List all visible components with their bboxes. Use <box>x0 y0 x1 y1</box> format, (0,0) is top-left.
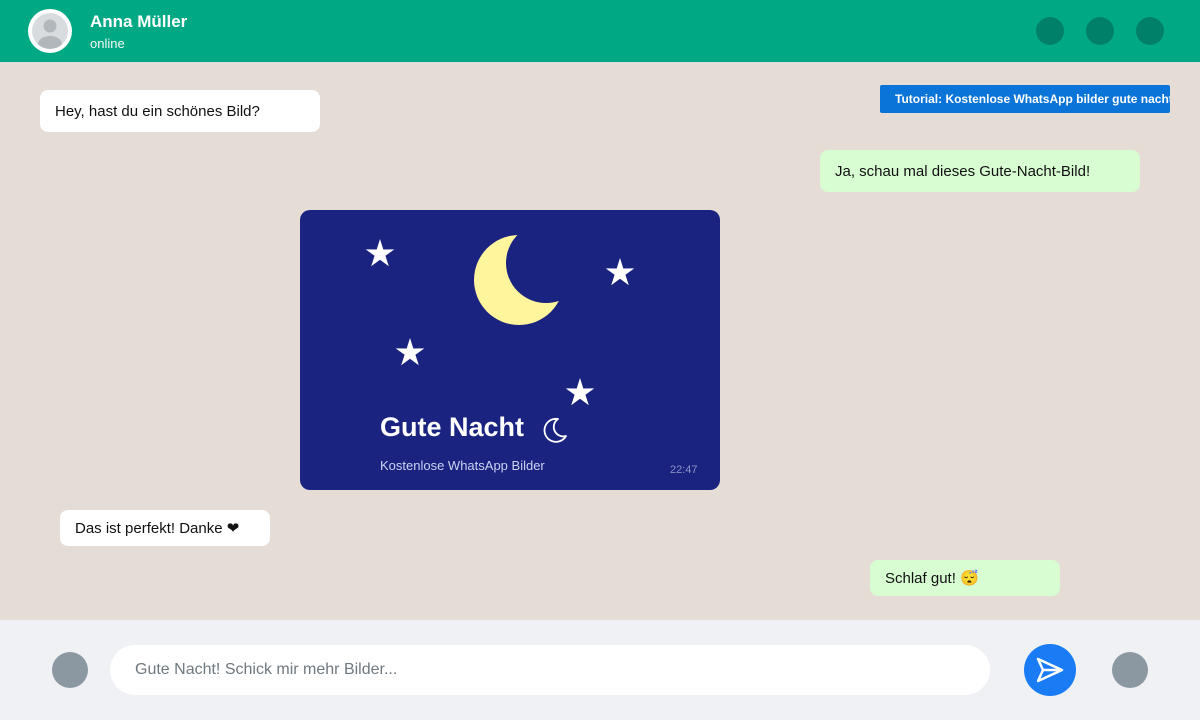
message-text: Das ist perfekt! Danke ❤ <box>75 520 240 537</box>
message-time: 22:47 <box>670 464 698 476</box>
avatar-icon <box>32 13 68 49</box>
image-title: Gute Nacht <box>380 412 525 442</box>
chat-area: Tutorial: Kostenlose WhatsApp bilder gut… <box>0 62 1200 620</box>
message-outgoing: Schlaf gut! 😴 <box>870 560 1060 596</box>
message-incoming: Hey, hast du ein schönes Bild? <box>40 90 320 132</box>
star-icon <box>565 378 595 406</box>
star-icon <box>395 338 425 366</box>
contact-status: online <box>90 36 125 51</box>
message-text: Ja, schau mal dieses Gute-Nacht-Bild! <box>835 162 1091 180</box>
video-call-icon[interactable] <box>1036 17 1064 45</box>
night-sky-illustration <box>365 223 635 406</box>
crescent-moon-icon <box>543 417 567 443</box>
message-incoming: Das ist perfekt! Danke ❤ <box>60 510 270 546</box>
tutorial-banner[interactable]: Tutorial: Kostenlose WhatsApp bilder gut… <box>880 85 1170 113</box>
message-input[interactable] <box>110 645 990 695</box>
contact-name: Anna Müller <box>90 12 188 31</box>
voice-call-icon[interactable] <box>1086 17 1114 45</box>
menu-icon[interactable] <box>1136 17 1164 45</box>
microphone-icon[interactable] <box>1112 652 1148 688</box>
message-text: Schlaf gut! 😴 <box>885 570 979 587</box>
emoji-icon[interactable] <box>52 652 88 688</box>
star-icon <box>605 258 635 286</box>
message-outgoing: Ja, schau mal dieses Gute-Nacht-Bild! <box>820 150 1140 192</box>
image-subtitle: Kostenlose WhatsApp Bilder <box>380 458 545 473</box>
send-button[interactable] <box>1024 644 1076 696</box>
chat-header: Anna Müller online <box>0 0 1200 62</box>
avatar[interactable] <box>28 9 72 53</box>
image-message[interactable]: Gute Nacht Kostenlose WhatsApp Bilder 22… <box>300 210 720 490</box>
message-text: Hey, hast du ein schönes Bild? <box>55 102 260 120</box>
input-bar <box>0 620 1200 720</box>
star-icon <box>365 239 395 267</box>
crescent-moon-icon <box>474 223 586 325</box>
send-icon <box>1036 657 1064 683</box>
